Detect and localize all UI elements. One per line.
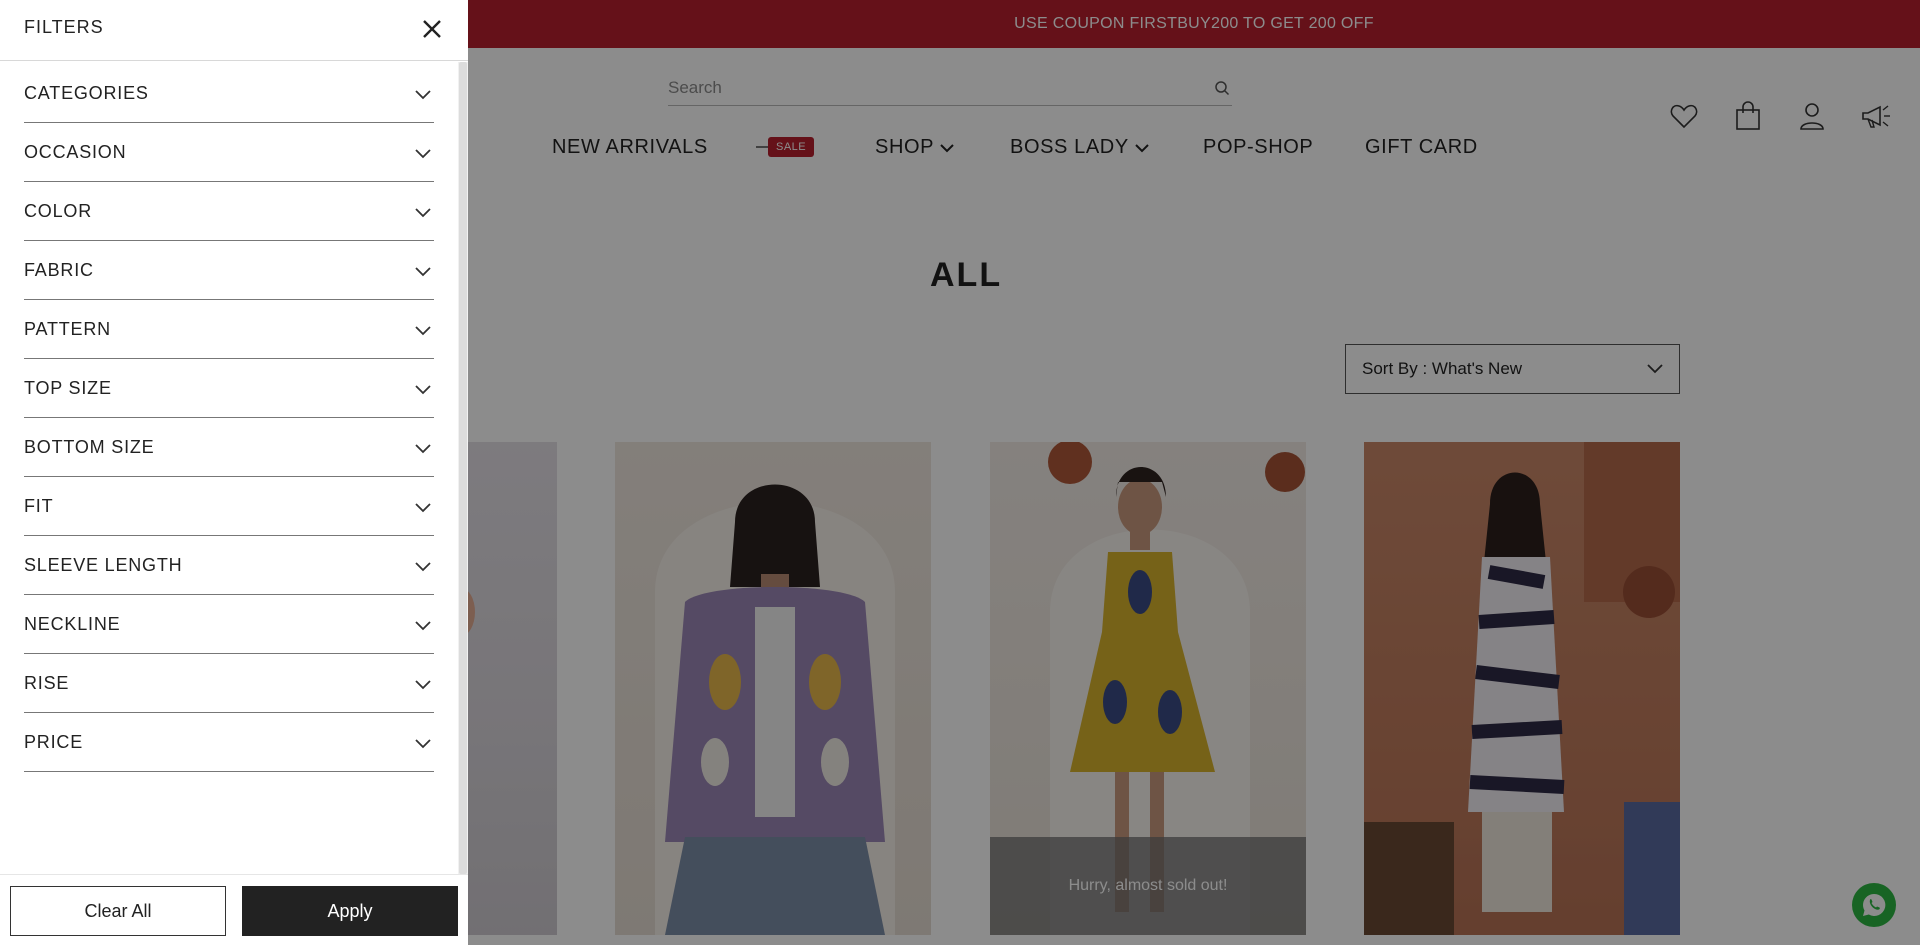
- chevron-down-icon: [414, 617, 432, 635]
- chevron-down-icon: [414, 735, 432, 753]
- filter-pattern[interactable]: PATTERN: [24, 300, 434, 359]
- filter-fit[interactable]: FIT: [24, 477, 434, 536]
- filter-label: PATTERN: [24, 318, 111, 339]
- filter-label: SLEEVE LENGTH: [24, 554, 183, 575]
- filter-color[interactable]: COLOR: [24, 182, 434, 241]
- filter-fabric[interactable]: FABRIC: [24, 241, 434, 300]
- filter-label: RISE: [24, 672, 70, 693]
- apply-button[interactable]: Apply: [242, 886, 458, 936]
- filter-top-size[interactable]: TOP SIZE: [24, 359, 434, 418]
- chevron-down-icon: [414, 322, 432, 340]
- scrollbar[interactable]: [458, 62, 468, 874]
- filter-label: BOTTOM SIZE: [24, 436, 155, 457]
- filter-occasion[interactable]: OCCASION: [24, 123, 434, 182]
- filter-rise[interactable]: RISE: [24, 654, 434, 713]
- chevron-down-icon: [414, 558, 432, 576]
- filter-bottom-size[interactable]: BOTTOM SIZE: [24, 418, 434, 477]
- filter-list: CATEGORIES OCCASION COLOR FABRIC PATTERN TOP …: [24, 64, 434, 772]
- filter-label: OCCASION: [24, 141, 127, 162]
- filters-drawer: FILTERS CATEGORIES OCCASION COLOR FABRIC PAT…: [0, 0, 468, 945]
- chevron-down-icon: [414, 86, 432, 104]
- scrollbar-thumb[interactable]: [459, 62, 467, 874]
- filter-label: PRICE: [24, 731, 84, 752]
- filter-label: FABRIC: [24, 259, 94, 280]
- chevron-down-icon: [414, 381, 432, 399]
- filter-label: NECKLINE: [24, 613, 121, 634]
- filter-sleeve-length[interactable]: SLEEVE LENGTH: [24, 536, 434, 595]
- filter-neckline[interactable]: NECKLINE: [24, 595, 434, 654]
- chevron-down-icon: [414, 440, 432, 458]
- clear-all-button[interactable]: Clear All: [10, 886, 226, 936]
- chevron-down-icon: [414, 204, 432, 222]
- drawer-title: FILTERS: [24, 16, 104, 37]
- drawer-footer: Clear All Apply: [0, 874, 468, 945]
- filter-label: COLOR: [24, 200, 93, 221]
- drawer-header: FILTERS: [0, 0, 468, 61]
- filter-label: CATEGORIES: [24, 82, 149, 103]
- chevron-down-icon: [414, 499, 432, 517]
- filter-price[interactable]: PRICE: [24, 713, 434, 772]
- chevron-down-icon: [414, 676, 432, 694]
- close-icon[interactable]: [420, 17, 444, 41]
- filter-categories[interactable]: CATEGORIES: [24, 64, 434, 123]
- filter-label: TOP SIZE: [24, 377, 112, 398]
- filter-label: FIT: [24, 495, 54, 516]
- chevron-down-icon: [414, 145, 432, 163]
- chevron-down-icon: [414, 263, 432, 281]
